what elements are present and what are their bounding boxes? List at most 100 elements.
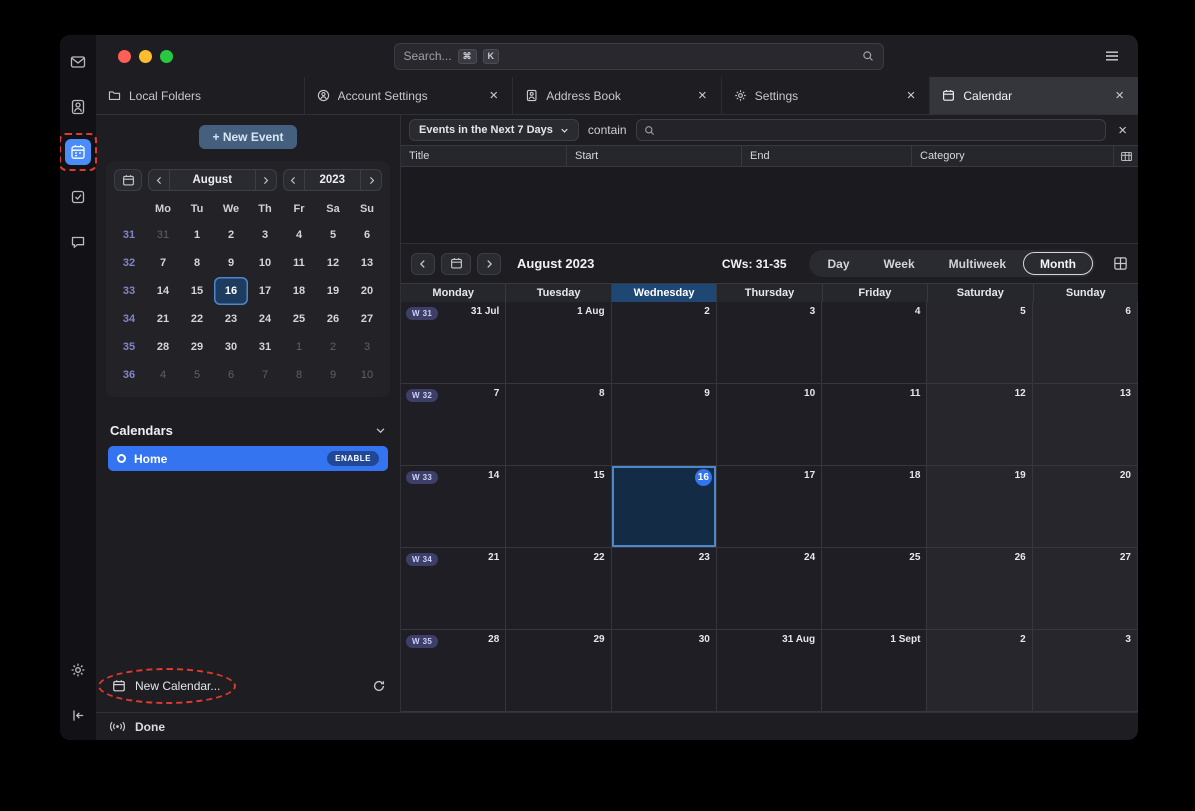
month-day-cell[interactable]: 29 (506, 630, 611, 712)
month-day-cell[interactable]: 31 Aug (717, 630, 822, 712)
prev-month-button[interactable] (149, 170, 170, 190)
mini-day[interactable]: 28 (146, 333, 180, 361)
close-filter-button[interactable]: × (1115, 123, 1130, 138)
next-month-button[interactable] (255, 170, 276, 190)
close-tab-icon[interactable]: × (905, 88, 918, 103)
calendar-enable-badge[interactable]: ENABLE (327, 451, 379, 466)
month-day-cell[interactable]: 11 (822, 384, 927, 466)
month-day-cell[interactable]: 15 (506, 466, 611, 548)
month-day-cell[interactable]: W 3528 (401, 630, 506, 712)
mini-day[interactable]: 3 (350, 333, 384, 361)
mini-day[interactable]: 2 (316, 333, 350, 361)
mini-day[interactable]: 3 (248, 221, 282, 249)
view-button-week[interactable]: Week (867, 252, 932, 275)
grid-view-button[interactable] (1113, 256, 1128, 271)
column-header-end[interactable]: End (742, 146, 912, 166)
close-tab-icon[interactable]: × (696, 88, 709, 103)
app-menu-button[interactable] (1104, 49, 1120, 63)
month-day-cell[interactable]: 17 (717, 466, 822, 548)
tasks-space-button[interactable] (65, 184, 91, 210)
month-day-cell[interactable]: 2 (927, 630, 1032, 712)
next-period-button[interactable] (477, 253, 501, 275)
mini-day[interactable]: 4 (146, 361, 180, 389)
month-day-cell[interactable]: 9 (612, 384, 717, 466)
mini-day[interactable]: 11 (282, 249, 316, 277)
mini-day[interactable]: 26 (316, 305, 350, 333)
close-tab-icon[interactable]: × (487, 88, 500, 103)
month-day-cell[interactable]: 6 (1033, 302, 1138, 384)
tab-address-book[interactable]: Address Book× (513, 77, 722, 114)
mini-day[interactable]: 7 (146, 249, 180, 277)
mini-day[interactable]: 30 (214, 333, 248, 361)
month-day-cell[interactable]: 13 (1033, 384, 1138, 466)
month-day-cell[interactable]: W 3421 (401, 548, 506, 630)
month-day-cell[interactable]: 12 (927, 384, 1032, 466)
month-day-cell[interactable]: 2 (612, 302, 717, 384)
month-day-cell[interactable]: 10 (717, 384, 822, 466)
mini-day[interactable]: 15 (180, 277, 214, 305)
mini-day[interactable]: 1 (282, 333, 316, 361)
month-day-cell[interactable]: 4 (822, 302, 927, 384)
today-button[interactable] (441, 253, 471, 275)
mini-day[interactable]: 12 (316, 249, 350, 277)
address-book-space-button[interactable] (65, 94, 91, 120)
tab-account-settings[interactable]: Account Settings× (305, 77, 514, 114)
mini-day[interactable]: 31 (146, 221, 180, 249)
column-header-title[interactable]: Title (401, 146, 567, 166)
mini-day[interactable]: 10 (350, 361, 384, 389)
tab-local-folders[interactable]: Local Folders (96, 77, 305, 114)
month-day-cell[interactable]: 3 (1033, 630, 1138, 712)
collapse-calendars-button[interactable] (375, 425, 386, 436)
mini-day[interactable]: 6 (350, 221, 384, 249)
mini-day[interactable]: 24 (248, 305, 282, 333)
month-day-cell[interactable]: 19 (927, 466, 1032, 548)
month-day-cell[interactable]: W 3314 (401, 466, 506, 548)
prev-year-button[interactable] (284, 170, 305, 190)
mini-day[interactable]: 8 (180, 249, 214, 277)
prev-period-button[interactable] (411, 253, 435, 275)
refresh-button[interactable] (372, 679, 386, 693)
mini-day[interactable]: 6 (214, 361, 248, 389)
mail-space-button[interactable] (65, 49, 91, 75)
new-event-button[interactable]: + New Event (199, 125, 296, 149)
mini-day[interactable]: 18 (282, 277, 316, 305)
mini-day[interactable]: 9 (316, 361, 350, 389)
tab-settings[interactable]: Settings× (722, 77, 931, 114)
mini-day[interactable]: 9 (214, 249, 248, 277)
mini-day[interactable]: 29 (180, 333, 214, 361)
settings-space-button[interactable] (65, 657, 91, 683)
mini-day[interactable]: 25 (282, 305, 316, 333)
column-header-start[interactable]: Start (567, 146, 742, 166)
event-filter-dropdown[interactable]: Events in the Next 7 Days (409, 119, 579, 141)
mini-day[interactable]: 21 (146, 305, 180, 333)
mini-day[interactable]: 27 (350, 305, 384, 333)
month-day-cell[interactable]: W 327 (401, 384, 506, 466)
month-day-cell[interactable]: 5 (927, 302, 1032, 384)
month-day-cell[interactable]: 3 (717, 302, 822, 384)
month-day-cell[interactable]: 1 Aug (506, 302, 611, 384)
collapse-sidebar-button[interactable] (65, 702, 91, 728)
global-search-input[interactable]: Search... ⌘ K (394, 43, 884, 70)
zoom-window-button[interactable] (160, 50, 173, 63)
mini-day[interactable]: 5 (180, 361, 214, 389)
next-year-button[interactable] (360, 170, 381, 190)
mini-day[interactable]: 16 (214, 277, 248, 305)
mini-day[interactable]: 31 (248, 333, 282, 361)
month-day-cell[interactable]: 1 Sept (822, 630, 927, 712)
column-header-category[interactable]: Category (912, 146, 1114, 166)
mini-day[interactable]: 4 (282, 221, 316, 249)
view-button-multiweek[interactable]: Multiweek (932, 252, 1023, 275)
event-list[interactable] (401, 167, 1138, 243)
mini-day[interactable]: 10 (248, 249, 282, 277)
calendar-list-item[interactable]: HomeENABLE (108, 446, 388, 471)
month-day-cell[interactable]: 27 (1033, 548, 1138, 630)
tab-calendar[interactable]: Calendar× (930, 77, 1138, 114)
month-day-cell[interactable]: 23 (612, 548, 717, 630)
close-tab-icon[interactable]: × (1113, 88, 1126, 103)
month-day-cell[interactable]: 18 (822, 466, 927, 548)
close-window-button[interactable] (118, 50, 131, 63)
mini-day[interactable]: 19 (316, 277, 350, 305)
month-day-cell[interactable]: 24 (717, 548, 822, 630)
month-day-cell[interactable]: 22 (506, 548, 611, 630)
month-day-cell[interactable]: 26 (927, 548, 1032, 630)
